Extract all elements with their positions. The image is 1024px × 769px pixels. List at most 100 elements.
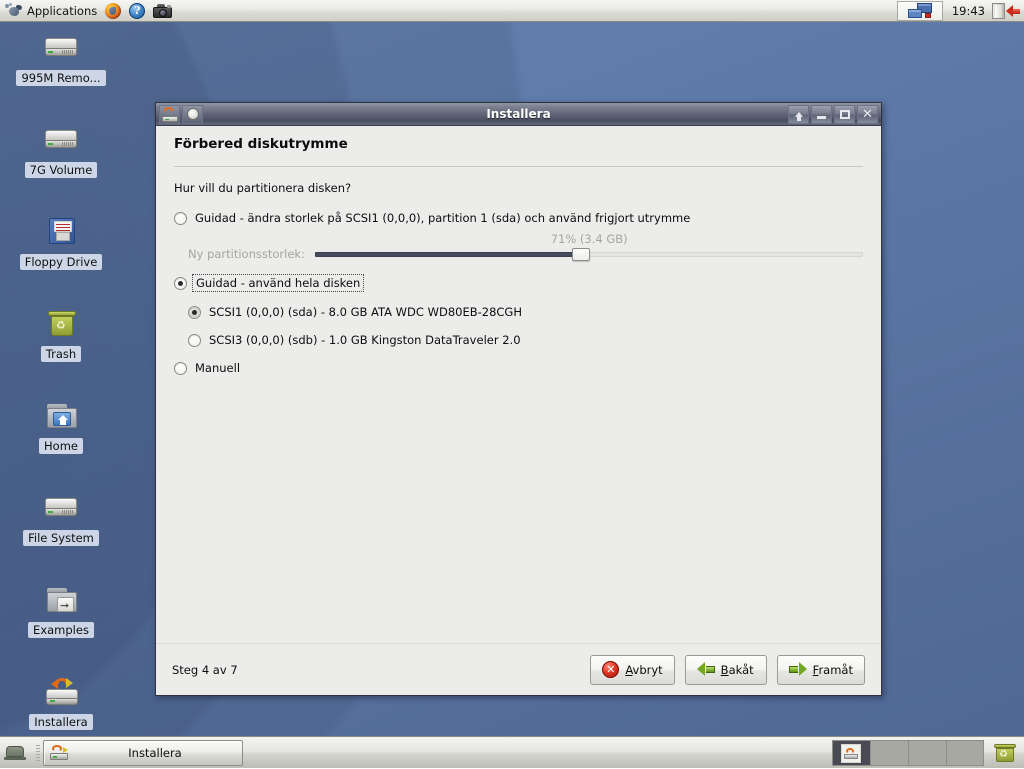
minimize-button[interactable] [811, 104, 832, 124]
radio-button-manual[interactable] [174, 361, 187, 375]
workspace-4[interactable] [946, 739, 984, 766]
trash-icon: ♻ [994, 743, 1016, 762]
clock[interactable]: 19:43 [945, 4, 992, 18]
panel-grip[interactable] [36, 744, 40, 761]
radio-option-disk-sdb[interactable]: SCSI3 (0,0,0) (sdb) - 1.0 GB Kingston Da… [174, 333, 863, 347]
camera-icon [153, 3, 173, 18]
forward-button[interactable]: Framåt [776, 654, 865, 685]
question-label: Hur vill du partitionera disken? [174, 181, 352, 195]
window-selector-applet[interactable] [896, 0, 943, 21]
accel-a: A [625, 662, 633, 677]
close-button[interactable]: ✕ [857, 104, 878, 124]
radio-option-disk-sda[interactable]: SCSI1 (0,0,0) (sda) - 8.0 GB ATA WDC WD8… [174, 305, 863, 319]
gnome-foot-icon [4, 2, 22, 19]
hdd-icon [37, 26, 85, 68]
radio-label-whole-disk: Guidad - använd hela disken [192, 274, 365, 292]
accel-b: B [720, 662, 729, 677]
desktop-icon-label: Installera [29, 714, 93, 730]
window-title: Installera [486, 107, 551, 121]
firefox-launcher[interactable] [101, 0, 125, 22]
desktop-icon-volume-7g[interactable]: 7G Volume [9, 118, 113, 178]
desktop-icon-label: File System [23, 530, 99, 546]
slider-handle[interactable] [571, 248, 590, 261]
desktop-icon-floppy-drive[interactable]: Floppy Drive [9, 210, 113, 270]
examples-folder-icon: ➞ [37, 578, 85, 620]
page-content: Hur vill du partitionera disken? Guidad … [156, 167, 881, 643]
desktop-icon-removable-drive[interactable]: 995M Remo... [9, 26, 113, 86]
installer-icon [37, 670, 85, 712]
step-indicator: Steg 4 av 7 [172, 662, 238, 677]
applications-menu-label: Applications [27, 3, 98, 18]
shade-button[interactable] [788, 104, 809, 124]
cancel-x-icon: ✕ [602, 661, 620, 678]
bottom-panel: Installera ♻ [0, 736, 1024, 768]
panel-tray: 19:43 [896, 0, 1024, 22]
hdd-icon [37, 486, 85, 528]
home-folder-icon [37, 394, 85, 436]
back-button-label: Bakåt [721, 663, 754, 677]
installer-window: Installera ✕ Förbered diskutrymme Hur vi… [155, 102, 882, 696]
installer-icon [161, 106, 178, 122]
close-icon: ✕ [862, 106, 873, 122]
radio-button-whole-disk[interactable] [174, 276, 187, 290]
help-launcher[interactable]: ? [125, 0, 149, 22]
desktop-icon-home[interactable]: Home [9, 394, 113, 454]
window-menu-button[interactable] [159, 104, 180, 124]
slider-value-label: 71% (3.4 GB) [550, 232, 628, 246]
firefox-icon [105, 2, 122, 19]
top-panel: Applications ? 19:43 [0, 0, 1024, 22]
back-button[interactable]: Bakåt [684, 654, 767, 685]
window-body: Förbered diskutrymme Hur vill du partiti… [156, 126, 881, 695]
forward-button-label: Framåt [813, 663, 853, 677]
applications-menu[interactable]: Applications [0, 0, 101, 22]
desktop-icon-label: 995M Remo... [16, 70, 106, 86]
help-icon: ? [129, 2, 146, 19]
window-list-icon [907, 3, 932, 18]
screenshot-launcher[interactable] [149, 0, 176, 22]
desktop[interactable]: Applications ? 19:43 995M Remo... 7G Vol… [0, 0, 1024, 768]
left-arrow-icon [696, 662, 715, 677]
window-titlebar[interactable]: Installera ✕ [156, 103, 881, 126]
trash-icon: ♻ [37, 302, 85, 344]
desktop-icon-label: Trash [40, 346, 82, 362]
page-title: Förbered diskutrymme [174, 136, 348, 152]
logout-arrow-icon [1006, 4, 1020, 17]
desktop-icon-label: Floppy Drive [19, 254, 103, 270]
desktop-icon-label: 7G Volume [24, 162, 98, 178]
footer-buttons: ✕ Avbryt Bakåt Framåt [590, 654, 865, 685]
show-desktop-button[interactable] [0, 737, 30, 769]
logout-button[interactable] [992, 2, 1024, 19]
radio-button-disk-sdb[interactable] [188, 333, 201, 347]
workspace-2[interactable] [870, 739, 908, 766]
installer-icon [50, 744, 68, 761]
radio-label-disk-sdb: SCSI3 (0,0,0) (sdb) - 1.0 GB Kingston Da… [209, 333, 521, 347]
desktop-icon-examples[interactable]: ➞ Examples [9, 578, 113, 638]
partition-size-slider-row: Ny partitionsstorlek: 71% (3.4 GB) [174, 232, 863, 262]
trash-applet[interactable]: ♻ [990, 737, 1020, 769]
radio-button-disk-sda[interactable] [188, 305, 201, 319]
partition-size-slider[interactable]: 71% (3.4 GB) [314, 232, 863, 262]
cancel-button-label: Avbryt [625, 663, 662, 677]
workspace-3[interactable] [908, 739, 946, 766]
floppy-icon [37, 210, 85, 252]
desktop-icon-file-system[interactable]: File System [9, 486, 113, 546]
radio-option-whole-disk[interactable]: Guidad - använd hela disken [174, 274, 863, 292]
slider-label: Ny partitionsstorlek: [188, 247, 305, 261]
desktop-icon-trash[interactable]: ♻ Trash [9, 302, 113, 362]
titlebar-left-icons [156, 104, 203, 124]
cancel-button[interactable]: ✕ Avbryt [590, 654, 675, 685]
radio-button-resize[interactable] [174, 211, 187, 225]
task-button-installera[interactable]: Installera [43, 739, 243, 766]
hdd-icon [37, 118, 85, 160]
door-icon [992, 2, 1005, 19]
forward-rest: ramåt [818, 662, 853, 677]
radio-label-manual: Manuell [195, 361, 241, 375]
radio-option-resize[interactable]: Guidad - ändra storlek på SCSI1 (0,0,0),… [174, 211, 863, 225]
desktop-icon-installer[interactable]: Installera [9, 670, 113, 730]
titlebar-buttons: ✕ [788, 104, 881, 124]
window-options-button[interactable] [182, 104, 203, 124]
radio-option-manual[interactable]: Manuell [174, 361, 863, 375]
maximize-button[interactable] [834, 104, 855, 124]
desktop-icon-label: Home [39, 438, 83, 454]
workspace-1[interactable] [832, 739, 870, 766]
